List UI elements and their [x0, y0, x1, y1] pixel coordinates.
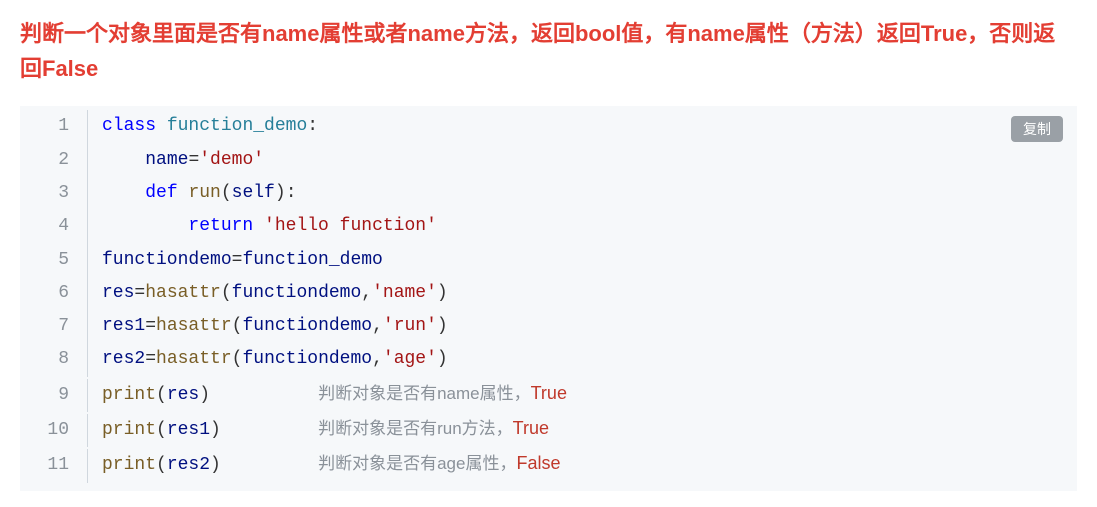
line-number: 10 — [20, 414, 88, 447]
line-number: 6 — [20, 277, 88, 310]
code-content: functiondemo=function_demo — [88, 244, 383, 277]
code-content: print(res) 判断对象是否有name属性，True — [88, 377, 567, 412]
line-number: 1 — [20, 110, 88, 143]
code-block: 复制 1 class function_demo: 2 name='demo' … — [20, 106, 1077, 490]
code-line: 3 def run(self): — [20, 177, 1077, 210]
code-content: name='demo' — [88, 144, 264, 177]
line-number: 11 — [20, 449, 88, 482]
code-line: 9 print(res) 判断对象是否有name属性，True — [20, 377, 1077, 412]
line-number: 9 — [20, 379, 88, 412]
code-line: 8 res2=hasattr(functiondemo,'age') — [20, 343, 1077, 376]
code-content: def run(self): — [88, 177, 297, 210]
code-content: res=hasattr(functiondemo,'name') — [88, 277, 448, 310]
copy-button[interactable]: 复制 — [1011, 116, 1063, 142]
section-heading: 判断一个对象里面是否有name属性或者name方法，返回bool值，有name属… — [20, 16, 1077, 86]
code-line: 2 name='demo' — [20, 144, 1077, 177]
line-number: 3 — [20, 177, 88, 210]
code-line: 7 res1=hasattr(functiondemo,'run') — [20, 310, 1077, 343]
code-line: 4 return 'hello function' — [20, 210, 1077, 243]
code-line: 5 functiondemo=function_demo — [20, 244, 1077, 277]
code-line: 1 class function_demo: — [20, 110, 1077, 143]
line-number: 2 — [20, 144, 88, 177]
code-line: 11 print(res2) 判断对象是否有age属性，False — [20, 447, 1077, 482]
line-number: 4 — [20, 210, 88, 243]
line-number: 7 — [20, 310, 88, 343]
code-content: class function_demo: — [88, 110, 318, 143]
line-number: 8 — [20, 343, 88, 376]
code-content: res2=hasattr(functiondemo,'age') — [88, 343, 448, 376]
code-content: return 'hello function' — [88, 210, 437, 243]
code-content: res1=hasattr(functiondemo,'run') — [88, 310, 448, 343]
line-number: 5 — [20, 244, 88, 277]
code-line: 6 res=hasattr(functiondemo,'name') — [20, 277, 1077, 310]
code-content: print(res1) 判断对象是否有run方法，True — [88, 412, 549, 447]
code-line: 10 print(res1) 判断对象是否有run方法，True — [20, 412, 1077, 447]
code-content: print(res2) 判断对象是否有age属性，False — [88, 447, 560, 482]
